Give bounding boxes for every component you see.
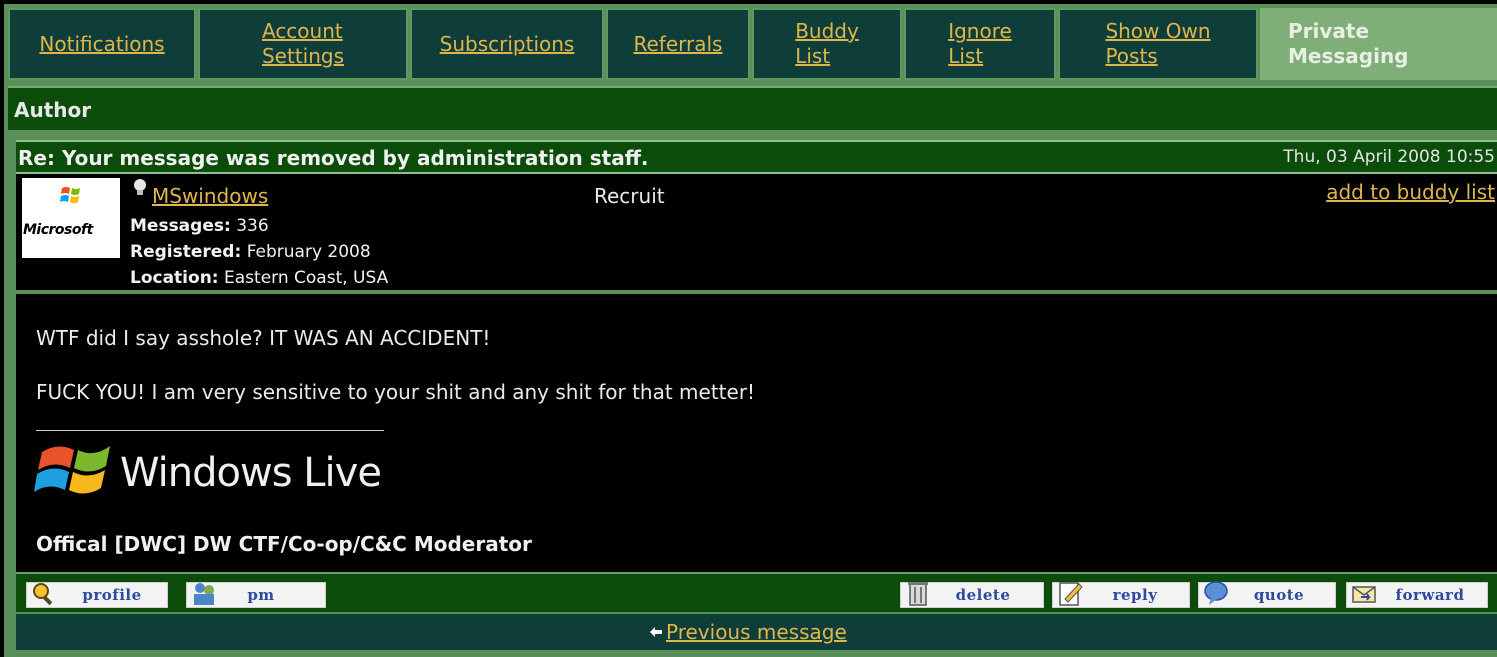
tab-referrals[interactable]: Referrals bbox=[606, 8, 750, 80]
user-messages-count: Messages: 336 bbox=[130, 216, 269, 236]
tab-private-messaging[interactable]: Private Messaging bbox=[1260, 8, 1497, 80]
online-status-bulb-icon bbox=[134, 179, 146, 195]
avatar-text: Microsoft bbox=[23, 222, 93, 238]
tab-buddy-list-label[interactable]: Buddy List bbox=[795, 19, 859, 69]
quote-bubble-icon bbox=[1204, 581, 1228, 605]
tab-private-messaging-label: Private Messaging bbox=[1288, 19, 1409, 68]
tab-account-settings[interactable]: Account Settings bbox=[198, 8, 408, 80]
previous-message-link[interactable]: Previous message bbox=[666, 620, 847, 644]
reply-button[interactable]: reply bbox=[1052, 582, 1190, 608]
windows-live-logo-text: Windows Live bbox=[120, 450, 382, 496]
profile-button[interactable]: profile bbox=[26, 582, 168, 608]
delete-button-label: delete bbox=[955, 586, 1011, 604]
message-subject-row: Re: Your message was removed by administ… bbox=[16, 140, 1497, 174]
author-column-header: Author bbox=[8, 86, 1497, 130]
tab-ignore-list[interactable]: Ignore List bbox=[904, 8, 1056, 80]
message-navigation: Previous message bbox=[16, 614, 1497, 650]
username-link[interactable]: MSwindows bbox=[152, 184, 268, 208]
pm-button-label: pm bbox=[247, 586, 275, 604]
tab-subscriptions-label[interactable]: Subscriptions bbox=[440, 32, 575, 57]
pm-button[interactable]: pm bbox=[186, 582, 326, 608]
message-action-bar: profile pm delete reply quote forward bbox=[16, 572, 1497, 612]
reply-button-label: reply bbox=[1112, 586, 1158, 604]
windows-flag-icon bbox=[60, 187, 80, 203]
message-text-line: FUCK YOU! I am very sensitive to your sh… bbox=[36, 380, 756, 404]
tab-show-own-posts[interactable]: Show Own Posts bbox=[1058, 8, 1258, 80]
tab-notifications-label[interactable]: Notifications bbox=[39, 32, 164, 57]
pm-users-icon bbox=[194, 583, 214, 605]
trash-can-icon bbox=[908, 582, 928, 606]
forward-envelope-icon bbox=[1352, 586, 1376, 603]
tab-buddy-list[interactable]: Buddy List bbox=[752, 8, 902, 80]
signature-divider bbox=[36, 430, 384, 431]
user-location: Location: Eastern Coast, USA bbox=[130, 268, 389, 288]
reply-pencil-icon bbox=[1059, 582, 1083, 606]
add-to-buddy-list-link[interactable]: add to buddy list bbox=[1326, 180, 1495, 204]
user-rank: Recruit bbox=[594, 184, 665, 208]
tab-account-settings-label[interactable]: Account Settings bbox=[262, 19, 344, 69]
author-info: Microsoft MSwindows Recruit add to buddy… bbox=[16, 174, 1497, 292]
message-date: Thu, 03 April 2008 10:55 bbox=[1283, 147, 1495, 167]
tab-subscriptions[interactable]: Subscriptions bbox=[410, 8, 604, 80]
signature: Offical [DWC] DW CTF/Co-op/C&C Moderator bbox=[36, 532, 532, 556]
profile-magnifier-icon bbox=[33, 583, 53, 606]
tab-referrals-label[interactable]: Referrals bbox=[634, 32, 723, 57]
forward-button[interactable]: forward bbox=[1346, 582, 1488, 608]
delete-button[interactable]: delete bbox=[900, 582, 1044, 608]
message-body: WTF did I say asshole? IT WAS AN ACCIDEN… bbox=[16, 294, 1497, 572]
control-panel-tabs: Notifications Account Settings Subscripti… bbox=[8, 8, 1497, 80]
profile-button-label: profile bbox=[82, 586, 142, 604]
quote-button-label: quote bbox=[1253, 586, 1305, 604]
user-registered: Registered: February 2008 bbox=[130, 242, 371, 262]
quote-button[interactable]: quote bbox=[1198, 581, 1336, 608]
message-text-line: WTF did I say asshole? IT WAS AN ACCIDEN… bbox=[36, 326, 491, 350]
avatar: Microsoft bbox=[22, 178, 120, 258]
tab-show-own-posts-label[interactable]: Show Own Posts bbox=[1105, 19, 1210, 69]
tab-notifications[interactable]: Notifications bbox=[8, 8, 196, 80]
tab-ignore-list-label[interactable]: Ignore List bbox=[948, 19, 1012, 69]
left-arrow-icon bbox=[650, 627, 662, 637]
forward-button-label: forward bbox=[1395, 586, 1465, 604]
message-subject: Re: Your message was removed by administ… bbox=[18, 146, 649, 170]
